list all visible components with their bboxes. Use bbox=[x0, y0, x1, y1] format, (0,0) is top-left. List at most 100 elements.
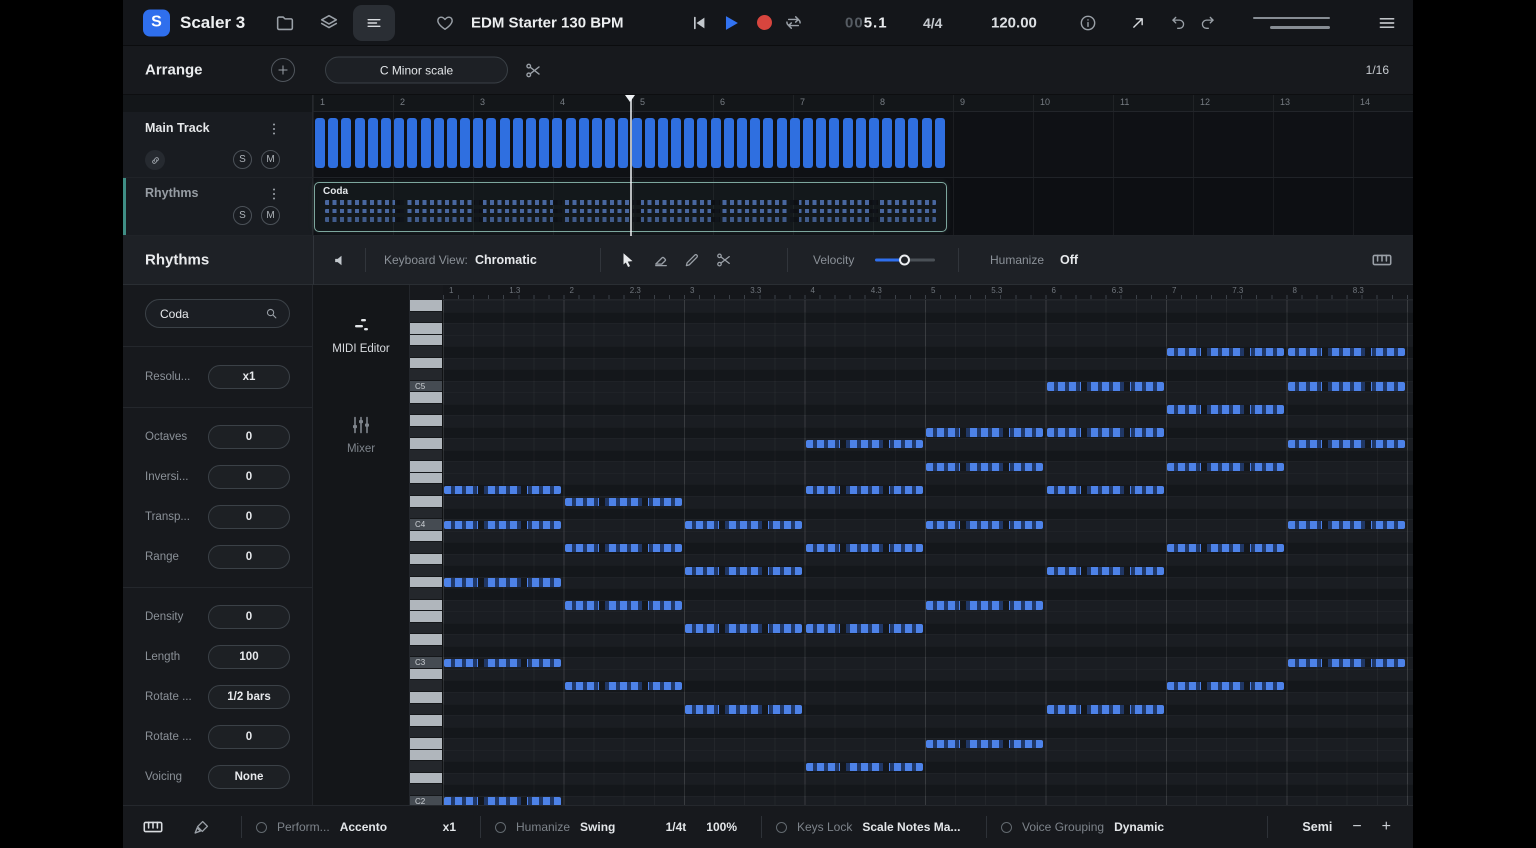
footer-value[interactable]: Dynamic bbox=[1114, 820, 1164, 834]
preset-title[interactable]: EDM Starter 130 BPM bbox=[471, 14, 624, 31]
midi-note[interactable] bbox=[926, 463, 1043, 472]
piano-key[interactable]: C2 bbox=[410, 796, 442, 805]
midi-note[interactable] bbox=[1288, 659, 1405, 668]
piano-key[interactable] bbox=[410, 323, 442, 335]
keyboard-view-value[interactable]: Chromatic bbox=[475, 253, 537, 267]
piano-key[interactable] bbox=[410, 404, 442, 416]
piano-key[interactable] bbox=[410, 358, 442, 370]
midi-note[interactable] bbox=[1167, 544, 1284, 553]
piano-key[interactable] bbox=[410, 438, 442, 450]
note-grid[interactable] bbox=[443, 300, 1413, 805]
record-button[interactable] bbox=[752, 11, 776, 35]
midi-note[interactable] bbox=[806, 440, 923, 449]
footer-extra[interactable]: x1 bbox=[443, 820, 456, 834]
piano-key[interactable] bbox=[410, 611, 442, 623]
piano-key[interactable] bbox=[410, 496, 442, 508]
preview-audio-button[interactable] bbox=[329, 248, 353, 272]
piano-key[interactable] bbox=[410, 773, 442, 785]
piano-key[interactable] bbox=[410, 577, 442, 589]
midi-note[interactable] bbox=[1167, 682, 1284, 691]
param-value-button[interactable]: 0 bbox=[208, 505, 290, 529]
midi-note[interactable] bbox=[1047, 382, 1164, 391]
solo-button[interactable]: S bbox=[233, 150, 252, 169]
footer-value[interactable]: Scale Notes Ma... bbox=[862, 820, 960, 834]
play-button[interactable] bbox=[719, 11, 743, 35]
midi-note[interactable] bbox=[444, 521, 561, 530]
browser-button[interactable] bbox=[273, 11, 297, 35]
piano-key[interactable]: C3 bbox=[410, 657, 442, 669]
piano-key[interactable] bbox=[410, 715, 442, 727]
midi-note[interactable] bbox=[1047, 705, 1164, 714]
detach-button[interactable] bbox=[1126, 11, 1150, 35]
piano-key[interactable] bbox=[410, 565, 442, 577]
add-track-button[interactable] bbox=[271, 58, 295, 82]
midi-note[interactable] bbox=[926, 601, 1043, 610]
piano-key[interactable] bbox=[410, 554, 442, 566]
link-button[interactable] bbox=[145, 150, 165, 170]
eraser-tool-button[interactable] bbox=[649, 248, 673, 272]
virtual-keyboard-button[interactable] bbox=[141, 815, 165, 839]
piano-key[interactable] bbox=[410, 727, 442, 739]
track-header-main[interactable]: Main Track SM bbox=[123, 112, 313, 177]
midi-note[interactable] bbox=[1167, 405, 1284, 414]
main-menu-button[interactable] bbox=[1375, 11, 1399, 35]
piano-key[interactable] bbox=[410, 588, 442, 600]
arrange-view-tab[interactable] bbox=[353, 5, 395, 41]
piano-key[interactable] bbox=[410, 427, 442, 439]
toggle-circle[interactable] bbox=[1001, 822, 1012, 833]
time-signature[interactable]: 4/4 bbox=[923, 15, 942, 31]
footer-group[interactable]: HumanizeSwing1/4t100% bbox=[495, 820, 747, 834]
midi-note[interactable] bbox=[1288, 348, 1405, 357]
midi-note[interactable] bbox=[685, 567, 802, 576]
pattern-search[interactable] bbox=[145, 299, 290, 328]
midi-note[interactable] bbox=[685, 521, 802, 530]
rhythms-track-lane[interactable]: Coda bbox=[313, 178, 1413, 235]
piano-key[interactable] bbox=[410, 415, 442, 427]
midi-note[interactable] bbox=[806, 486, 923, 495]
param-value-button[interactable]: 0 bbox=[208, 545, 290, 569]
piano-key[interactable] bbox=[410, 623, 442, 635]
toggle-circle[interactable] bbox=[495, 822, 506, 833]
piano-key[interactable] bbox=[410, 669, 442, 681]
piano-key[interactable] bbox=[410, 761, 442, 773]
redo-button[interactable] bbox=[1195, 11, 1219, 35]
piano-key[interactable]: C5 bbox=[410, 381, 442, 393]
piano-key[interactable] bbox=[410, 346, 442, 358]
midi-note[interactable] bbox=[685, 624, 802, 633]
piano-key[interactable] bbox=[410, 692, 442, 704]
param-value-button[interactable]: 0 bbox=[208, 725, 290, 749]
piano-key[interactable] bbox=[410, 484, 442, 496]
pencil-tool-button[interactable] bbox=[680, 248, 704, 272]
midi-note[interactable] bbox=[565, 498, 682, 507]
piano-key[interactable] bbox=[410, 369, 442, 381]
midi-note[interactable] bbox=[444, 578, 561, 587]
footer-group[interactable]: Voice GroupingDynamic bbox=[1001, 820, 1239, 834]
humanize-value[interactable]: Off bbox=[1060, 253, 1078, 267]
piano-key[interactable] bbox=[410, 300, 442, 312]
midi-note[interactable] bbox=[926, 521, 1043, 530]
piano-key[interactable] bbox=[410, 738, 442, 750]
undo-button[interactable] bbox=[1166, 11, 1190, 35]
split-tool-button[interactable] bbox=[712, 248, 736, 272]
footer-group[interactable]: Perform...Accentox1 bbox=[256, 820, 466, 834]
tab-midi-editor[interactable]: MIDI Editor bbox=[313, 313, 409, 355]
midi-note[interactable] bbox=[1288, 440, 1405, 449]
param-value-button[interactable]: x1 bbox=[208, 365, 290, 389]
track-header-rhythms[interactable]: Rhythms SM bbox=[123, 178, 313, 235]
piano-key[interactable] bbox=[410, 508, 442, 520]
piano-key[interactable] bbox=[410, 600, 442, 612]
param-value-button[interactable]: 0 bbox=[208, 465, 290, 489]
skip-to-start-button[interactable] bbox=[687, 11, 711, 35]
footer-value[interactable]: Accento bbox=[340, 820, 387, 834]
mute-button[interactable]: M bbox=[261, 150, 280, 169]
toggle-circle[interactable] bbox=[256, 822, 267, 833]
midi-note[interactable] bbox=[926, 740, 1043, 749]
midi-note[interactable] bbox=[565, 682, 682, 691]
timeline-ruler[interactable]: 1234567891011121314 bbox=[123, 95, 1413, 112]
track-menu-button[interactable] bbox=[262, 117, 286, 141]
piano-key[interactable] bbox=[410, 634, 442, 646]
piano-key[interactable] bbox=[410, 473, 442, 485]
piano-key[interactable] bbox=[410, 461, 442, 473]
footer-value[interactable]: Swing bbox=[580, 820, 615, 834]
midi-note[interactable] bbox=[1167, 348, 1284, 357]
